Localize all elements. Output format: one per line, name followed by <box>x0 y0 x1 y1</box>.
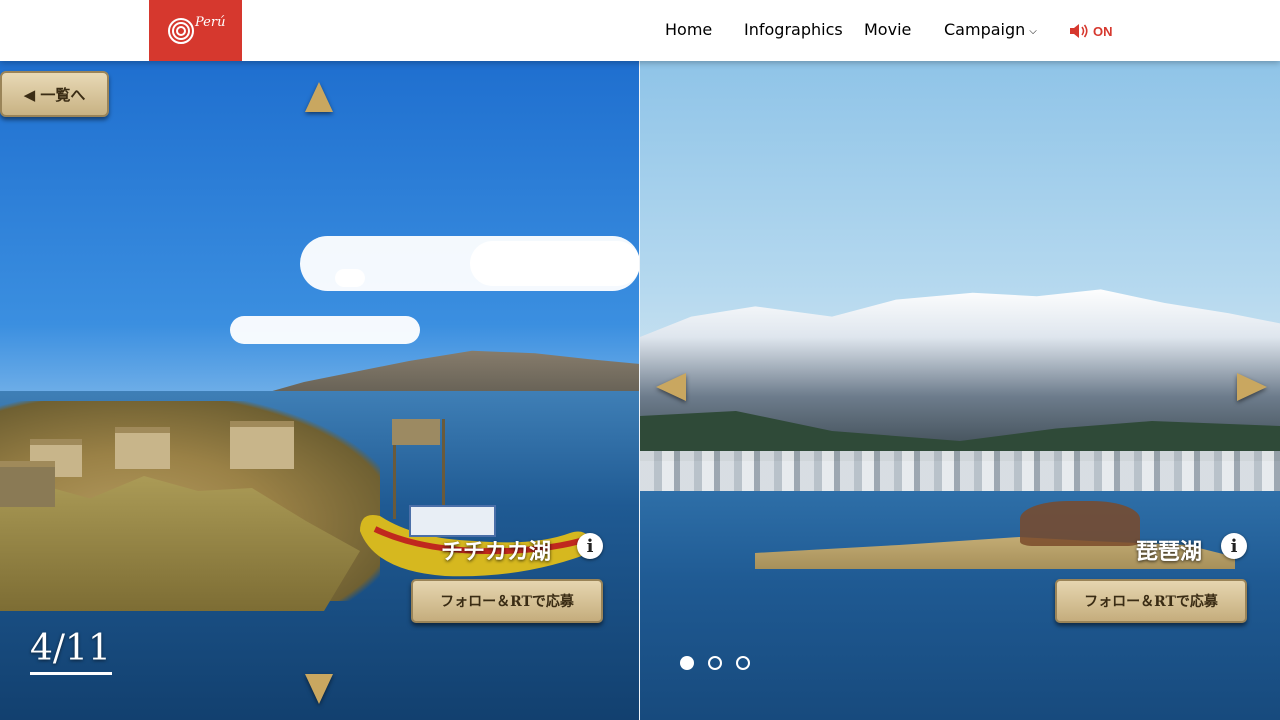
chevron-down-icon: ⌵ <box>1029 26 1037 37</box>
slide-dot[interactable] <box>736 656 750 670</box>
right-lake-title: 琵琶湖 <box>1136 539 1203 565</box>
peru-spiral-icon <box>168 18 194 44</box>
left-lake-title: チチカカ湖 <box>441 539 552 565</box>
arrow-down-icon[interactable] <box>305 674 333 704</box>
sound-toggle[interactable]: ON <box>1069 22 1113 40</box>
back-to-list-button[interactable]: ◀ 一覧へ <box>0 71 109 117</box>
arrow-up-icon[interactable] <box>305 82 333 112</box>
slide-dot[interactable] <box>680 656 694 670</box>
slide-dots <box>680 656 750 670</box>
nav-infographics[interactable]: Infographics <box>744 20 843 39</box>
peru-logo[interactable]: Perú <box>149 0 242 61</box>
site-header: Perú Home Infographics Movie Campaign ⌵ O… <box>0 0 1280 61</box>
speaker-icon <box>1070 24 1088 38</box>
left-follow-rt-button[interactable]: フォロー＆RTで応募 <box>411 579 603 623</box>
counter-underline <box>30 672 112 675</box>
right-info-icon[interactable]: i <box>1221 533 1247 559</box>
nav-movie[interactable]: Movie <box>864 20 911 39</box>
nav-campaign-label: Campaign <box>944 20 1026 39</box>
slide-counter: 4/11 <box>30 628 111 669</box>
arrow-left-icon[interactable] <box>656 373 686 401</box>
nav-home[interactable]: Home <box>665 20 712 39</box>
arrow-right-icon[interactable] <box>1237 373 1267 401</box>
slide-dot[interactable] <box>708 656 722 670</box>
right-follow-rt-button[interactable]: フォロー＆RTで応募 <box>1055 579 1247 623</box>
sound-label: ON <box>1093 23 1113 39</box>
nav-campaign[interactable]: Campaign ⌵ <box>944 20 1037 39</box>
left-info-icon[interactable]: i <box>577 533 603 559</box>
logo-text: Perú <box>195 15 226 30</box>
